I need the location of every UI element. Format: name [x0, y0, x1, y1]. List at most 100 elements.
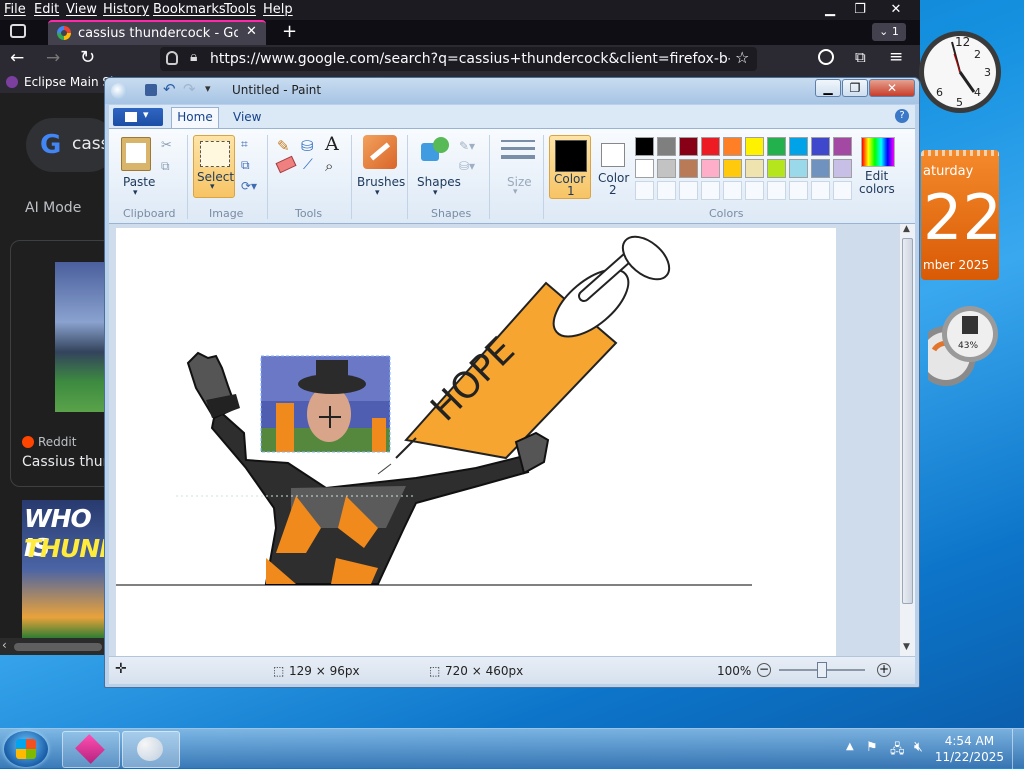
scroll-down-icon[interactable]: ▼ — [903, 642, 910, 652]
palette-swatch[interactable] — [701, 181, 720, 200]
maximize-icon[interactable]: ❐ — [846, 0, 874, 20]
select-button[interactable]: Select ▾ — [193, 135, 235, 198]
crop-icon[interactable]: ⌗ — [241, 137, 248, 152]
show-desktop-button[interactable] — [1012, 729, 1024, 769]
palette-swatch[interactable] — [745, 137, 764, 156]
start-button[interactable] — [4, 731, 48, 767]
menu-bookmarks[interactable]: Bookmarks — [153, 2, 226, 17]
menu-hamburger-icon[interactable]: ≡ — [889, 47, 903, 67]
search-box[interactable]: G cass — [26, 118, 116, 172]
vertical-scrollbar[interactable]: ▲ ▼ — [899, 224, 915, 656]
account-icon[interactable] — [818, 49, 834, 65]
palette-swatch[interactable] — [657, 181, 676, 200]
bookmark-star-icon[interactable]: ☆ — [735, 48, 749, 67]
palette-swatch[interactable] — [679, 137, 698, 156]
palette-swatch[interactable] — [767, 137, 786, 156]
tab-list-button[interactable]: ⌄ 1 — [872, 23, 906, 41]
pencil-icon[interactable]: ✎ — [277, 137, 290, 155]
palette-swatch[interactable] — [833, 137, 852, 156]
palette-swatch[interactable] — [679, 159, 698, 178]
chevron-down-icon[interactable]: ▾ — [375, 188, 380, 198]
palette-swatch[interactable] — [811, 137, 830, 156]
rotate-icon[interactable]: ⟳▾ — [241, 179, 257, 193]
color2-button[interactable]: Color 2 — [595, 135, 633, 199]
palette-swatch[interactable] — [657, 159, 676, 178]
taskbar-paint[interactable] — [122, 731, 180, 768]
outline-icon[interactable]: ✎▾ — [459, 139, 475, 153]
menu-edit[interactable]: Edit — [34, 2, 59, 17]
palette-swatch[interactable] — [701, 137, 720, 156]
url-bar[interactable]: 🔒︎ https://www.google.com/search?q=cassi… — [160, 47, 757, 71]
palette-swatch[interactable] — [811, 159, 830, 178]
reload-icon[interactable]: ↻ — [80, 47, 95, 68]
palette-swatch[interactable] — [723, 181, 742, 200]
close-tab-icon[interactable]: ✕ — [246, 24, 257, 39]
palette-swatch[interactable] — [679, 181, 698, 200]
edit-colors-label-b[interactable]: colors — [859, 182, 895, 196]
zoom-in-icon[interactable]: + — [877, 663, 891, 677]
resize-icon[interactable]: ⧉ — [241, 158, 250, 173]
save-icon[interactable] — [145, 84, 157, 96]
shapes-button[interactable]: Shapes — [417, 175, 461, 189]
text-icon[interactable]: A — [325, 133, 339, 155]
palette-swatch[interactable] — [767, 181, 786, 200]
palette-swatch[interactable] — [767, 159, 786, 178]
magnifier-icon[interactable]: ⌕ — [325, 157, 333, 175]
chevron-down-icon[interactable]: ▾ — [513, 187, 518, 197]
minimize-icon[interactable]: ▁ — [816, 0, 844, 20]
close-icon[interactable]: ✕ — [882, 0, 910, 20]
scroll-thumb[interactable] — [902, 238, 913, 604]
tab-home[interactable]: Home — [171, 107, 219, 128]
palette-swatch[interactable] — [635, 181, 654, 200]
palette-swatch[interactable] — [657, 137, 676, 156]
drawing-canvas[interactable]: HOPE — [116, 228, 836, 656]
eraser-icon[interactable] — [275, 155, 297, 174]
undo-icon[interactable]: ↶ — [163, 80, 176, 98]
palette-swatch[interactable] — [745, 159, 764, 178]
extensions-icon[interactable]: ⧉ — [855, 48, 866, 66]
paint-title-bar[interactable]: ↶ ↷ ▾ Untitled - Paint ▁ ❐ ✕ — [105, 78, 919, 104]
palette-swatch[interactable] — [701, 159, 720, 178]
paste-button[interactable]: Paste — [123, 175, 155, 189]
forward-icon[interactable]: → — [46, 48, 60, 68]
volume-muted-icon[interactable]: 🔇︎ — [914, 739, 923, 755]
color-picker-icon[interactable]: ⟋ — [303, 157, 313, 173]
tray-clock[interactable]: 4:54 AM 11/22/2025 — [935, 733, 1004, 765]
chevron-down-icon[interactable]: ▾ — [133, 188, 138, 198]
lock-icon[interactable]: 🔒︎ — [190, 49, 197, 65]
palette-swatch[interactable] — [833, 159, 852, 178]
color1-button[interactable]: Color 1 — [549, 135, 591, 199]
horizontal-scrollbar[interactable]: ‹ — [0, 638, 105, 655]
brushes-icon[interactable] — [363, 135, 397, 169]
back-icon[interactable]: ← — [10, 48, 24, 68]
copy-icon[interactable]: ⧉ — [161, 159, 170, 174]
close-icon[interactable]: ✕ — [869, 79, 915, 97]
menu-view[interactable]: View — [66, 2, 97, 17]
paste-icon[interactable] — [121, 137, 151, 171]
minimize-icon[interactable]: ▁ — [815, 79, 841, 97]
zoom-slider-thumb[interactable] — [817, 662, 827, 678]
video-thumbnail[interactable]: WHO IS THUNDE — [22, 500, 107, 638]
edit-colors-label-a[interactable]: Edit — [865, 169, 888, 183]
fill-icon[interactable]: ⛁▾ — [459, 159, 475, 173]
fill-bucket-icon[interactable]: ⛁ — [301, 137, 314, 155]
paint-app-icon[interactable] — [111, 83, 127, 99]
size-icon[interactable] — [501, 137, 535, 165]
tab-manager-icon[interactable] — [10, 24, 26, 38]
result-thumbnail[interactable] — [55, 262, 105, 412]
tab-view[interactable]: View — [233, 110, 261, 124]
help-icon[interactable]: ? — [895, 109, 909, 123]
tab-google-search[interactable]: cassius thundercock - Google Se ✕ — [48, 20, 266, 45]
shield-icon[interactable] — [166, 51, 178, 65]
menu-tools[interactable]: Tools — [224, 2, 256, 17]
new-tab-icon[interactable]: + — [282, 21, 297, 42]
palette-swatch[interactable] — [833, 181, 852, 200]
action-center-icon[interactable]: ⚑ — [866, 740, 878, 755]
quick-access-dropdown-icon[interactable]: ▾ — [205, 82, 211, 95]
palette-swatch[interactable] — [723, 137, 742, 156]
ai-mode-tab[interactable]: AI Mode — [25, 200, 81, 216]
palette-swatch[interactable] — [811, 181, 830, 200]
network-icon[interactable]: 🖧︎ — [890, 740, 905, 762]
palette-swatch[interactable] — [635, 159, 654, 178]
redo-icon[interactable]: ↷ — [183, 80, 196, 98]
